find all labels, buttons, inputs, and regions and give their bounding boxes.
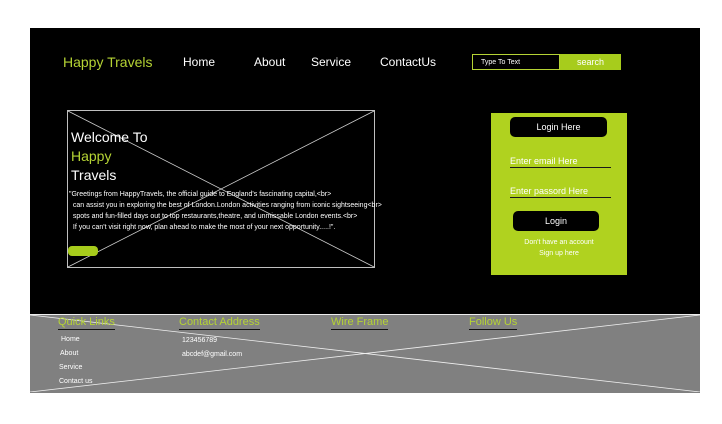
contact-phone: 123456789 bbox=[182, 337, 218, 344]
search-bar: search bbox=[472, 54, 621, 70]
contact-email[interactable]: abcdef@gmail.com bbox=[182, 351, 242, 358]
hero-title-line1: Welcome To bbox=[71, 129, 148, 145]
hero-title-line3: Travels bbox=[71, 167, 117, 183]
nav-service[interactable]: Service bbox=[311, 55, 351, 69]
hero-banner: Welcome To Happy Travels "Greetings from… bbox=[67, 110, 382, 268]
contact-title: Contact Address bbox=[179, 316, 260, 330]
page-frame: Happy Travels Home About Service Contact… bbox=[30, 28, 700, 393]
hero-title-line2: Happy bbox=[71, 148, 112, 164]
nav-about[interactable]: About bbox=[254, 55, 285, 69]
footer-link-about[interactable]: About bbox=[60, 350, 78, 357]
brand-logo[interactable]: Happy Travels bbox=[63, 54, 152, 70]
follow-us-title: Follow Us bbox=[469, 316, 518, 330]
quick-links-title: Quick Links bbox=[58, 316, 115, 330]
footer: Quick Links Home About Service Contact u… bbox=[30, 314, 700, 393]
wireframe-title: Wire Frame bbox=[331, 316, 389, 330]
footer-link-contact[interactable]: Contact us bbox=[59, 378, 92, 385]
hero-description: "Greetings from HappyTravels, the offici… bbox=[69, 191, 382, 231]
login-title: Login Here bbox=[510, 117, 607, 137]
signup-link[interactable]: Sign up here bbox=[491, 248, 627, 259]
footer-link-home[interactable]: Home bbox=[61, 336, 80, 343]
login-panel: Login Here Enter email Here Enter passor… bbox=[491, 113, 627, 275]
signup-line1: Don't have an account bbox=[524, 239, 594, 246]
email-field[interactable]: Enter email Here bbox=[510, 156, 611, 168]
footer-link-service[interactable]: Service bbox=[59, 364, 82, 371]
nav-contactus[interactable]: ContactUs bbox=[380, 55, 436, 69]
signup-text: Don't have an account Sign up here bbox=[491, 237, 627, 259]
hero-cta-button[interactable] bbox=[68, 246, 98, 256]
search-input[interactable] bbox=[472, 54, 560, 70]
login-button[interactable]: Login bbox=[513, 211, 599, 231]
nav-home[interactable]: Home bbox=[183, 55, 215, 69]
search-button[interactable]: search bbox=[560, 54, 621, 70]
password-field[interactable]: Enter passord Here bbox=[510, 186, 611, 198]
